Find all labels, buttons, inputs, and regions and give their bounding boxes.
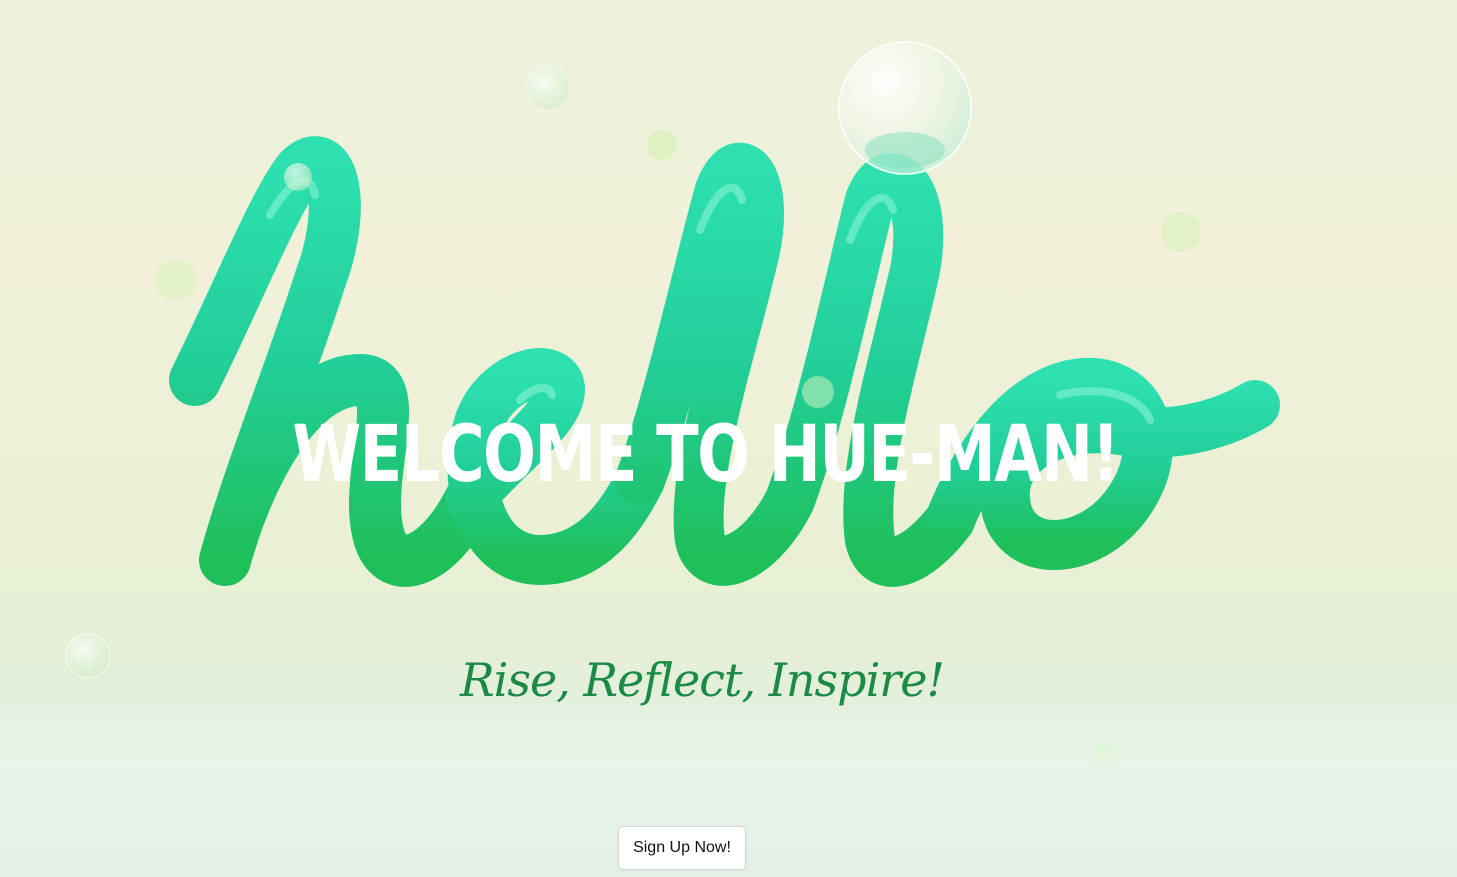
hero-section: WELCOME TO HUE-MAN! Rise, Reflect, Inspi…: [0, 0, 1457, 877]
sign-up-button[interactable]: Sign Up Now!: [618, 826, 746, 870]
tagline: Rise, Reflect, Inspire!: [460, 653, 945, 707]
welcome-heading: WELCOME TO HUE-MAN!: [292, 410, 1120, 500]
